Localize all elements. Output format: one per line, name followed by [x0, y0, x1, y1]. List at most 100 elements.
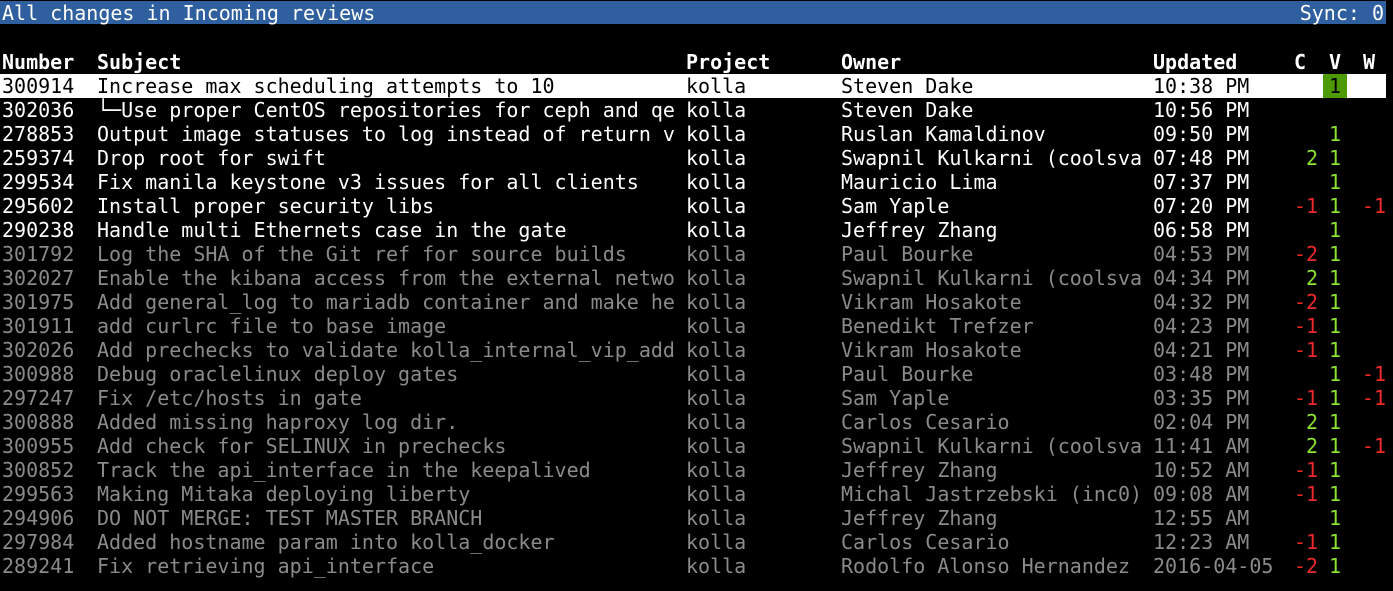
code-review-vote — [1282, 122, 1318, 146]
change-row[interactable]: 297247 Fix /etc/hosts in gate kolla Sam Yap… — [0, 386, 1386, 410]
change-number: 302026 — [2, 338, 75, 362]
change-number: 290238 — [2, 218, 75, 242]
change-updated: 04:23 PM — [1153, 314, 1250, 338]
change-updated: 10:38 PM — [1153, 74, 1250, 98]
change-owner: Jeffrey Zhang — [841, 458, 998, 482]
change-subject: Fix manila keystone v3 issues for all cl… — [97, 170, 639, 194]
change-owner: Sam Yaple — [841, 194, 950, 218]
change-updated: 03:48 PM — [1153, 362, 1250, 386]
column-header-code-review[interactable]: C — [1282, 50, 1318, 74]
change-updated: 02:04 PM — [1153, 410, 1250, 434]
code-review-vote — [1282, 170, 1318, 194]
code-review-vote: 2 — [1305, 410, 1318, 434]
change-subject: Fix /etc/hosts in gate — [97, 386, 362, 410]
change-owner: Steven Dake — [841, 74, 974, 98]
change-owner: Carlos Cesario — [841, 410, 1010, 434]
change-row[interactable]: 299563 Making Mitaka deploying liberty kol… — [0, 482, 1386, 506]
verified-vote: 1 — [1328, 434, 1342, 458]
workflow-vote — [1352, 554, 1386, 578]
change-row[interactable]: 290238 Handle multi Ethernets case in the… — [0, 218, 1386, 242]
change-updated: 07:37 PM — [1153, 170, 1250, 194]
workflow-vote — [1352, 410, 1386, 434]
verified-vote: 1 — [1328, 506, 1342, 530]
change-row[interactable]: 289241 Fix retrieving api_interface kolla R… — [0, 554, 1386, 578]
column-header-verified[interactable]: V — [1323, 50, 1347, 74]
change-project: kolla — [686, 146, 747, 170]
column-header-updated[interactable]: Updated — [1153, 50, 1279, 74]
verified-vote: 1 — [1328, 146, 1342, 170]
code-review-vote — [1282, 506, 1318, 530]
change-project: kolla — [686, 170, 747, 194]
change-row[interactable]: 294906 DO NOT MERGE: TEST MASTER BRANCH ko… — [0, 506, 1386, 530]
change-row[interactable]: 299534 Fix manila keystone v3 issues for … — [0, 170, 1386, 194]
workflow-vote — [1352, 98, 1386, 122]
code-review-vote: -2 — [1293, 290, 1318, 314]
change-row[interactable]: 301975 Add general_log to mariadb contain… — [0, 290, 1386, 314]
change-project: kolla — [686, 458, 747, 482]
verified-vote: 1 — [1328, 122, 1342, 146]
change-owner: Swapnil Kulkarni (coolsva — [841, 434, 1141, 458]
change-updated: 07:20 PM — [1153, 194, 1250, 218]
change-row[interactable]: 301792 Log the SHA of the Git ref for sou… — [0, 242, 1386, 266]
change-project: kolla — [686, 218, 747, 242]
change-row[interactable]: 301911 add curlrc file to base image kolla… — [0, 314, 1386, 338]
change-owner: Mauricio Lima — [841, 170, 998, 194]
change-row[interactable]: 300852 Track the api_interface in the kee… — [0, 458, 1386, 482]
change-row[interactable]: 295602 Install proper security libs kolla S… — [0, 194, 1386, 218]
column-header-workflow[interactable]: W — [1352, 50, 1386, 74]
change-subject: └─Use proper CentOS repositories for cep… — [97, 98, 675, 122]
change-project: kolla — [686, 290, 747, 314]
change-updated: 07:48 PM — [1153, 146, 1250, 170]
change-subject: Making Mitaka deploying liberty — [97, 482, 471, 506]
code-review-vote: -1 — [1293, 338, 1318, 362]
change-updated: 04:53 PM — [1153, 242, 1250, 266]
code-review-vote: -1 — [1293, 458, 1318, 482]
code-review-vote: -1 — [1293, 386, 1318, 410]
change-owner: Carlos Cesario — [841, 530, 1010, 554]
change-number: 301975 — [2, 290, 75, 314]
verified-vote: 1 — [1328, 410, 1342, 434]
change-row[interactable]: 259374 Drop root for swift kolla Swapnil Ku… — [0, 146, 1386, 170]
workflow-vote — [1352, 74, 1386, 98]
change-subject: Output image statuses to log instead of … — [97, 122, 675, 146]
change-project: kolla — [686, 434, 747, 458]
change-row[interactable]: 302036 └─Use proper CentOS repositories f… — [0, 98, 1386, 122]
column-header-subject[interactable]: Subject — [97, 50, 675, 74]
change-row[interactable]: 297984 Added hostname param into kolla_do… — [0, 530, 1386, 554]
workflow-vote — [1352, 122, 1386, 146]
change-row[interactable]: 300888 Added missing haproxy log dir. koll… — [0, 410, 1386, 434]
change-project: kolla — [686, 314, 747, 338]
change-row[interactable]: 300988 Debug oraclelinux deploy gates koll… — [0, 362, 1386, 386]
change-number: 297247 — [2, 386, 75, 410]
change-number: 295602 — [2, 194, 75, 218]
change-subject: Enable the kibana access from the extern… — [97, 266, 675, 290]
change-row[interactable]: 278853 Output image statuses to log inste… — [0, 122, 1386, 146]
change-number: 299534 — [2, 170, 75, 194]
column-header-number[interactable]: Number — [2, 50, 96, 74]
change-subject: Added missing haproxy log dir. — [97, 410, 459, 434]
change-subject: Log the SHA of the Git ref for source bu… — [97, 242, 627, 266]
change-owner: Vikram Hosakote — [841, 338, 1022, 362]
workflow-vote — [1352, 506, 1386, 530]
workflow-vote — [1352, 530, 1386, 554]
verified-vote: 1 — [1328, 290, 1342, 314]
verified-vote: 1 — [1328, 554, 1342, 578]
change-updated: 2016-04-05 — [1153, 554, 1274, 578]
change-row[interactable]: 300955 Add check for SELINUX in prechecks… — [0, 434, 1386, 458]
code-review-vote: -1 — [1293, 194, 1318, 218]
change-subject: Add prechecks to validate kolla_internal… — [97, 338, 675, 362]
change-number: 294906 — [2, 506, 75, 530]
column-header-project[interactable]: Project — [686, 50, 836, 74]
workflow-vote — [1352, 290, 1386, 314]
change-owner: Sam Yaple — [841, 386, 950, 410]
change-owner: Benedikt Trefzer — [841, 314, 1034, 338]
workflow-vote — [1352, 218, 1386, 242]
workflow-vote: -1 — [1361, 194, 1386, 218]
change-row[interactable]: 302027 Enable the kibana access from the … — [0, 266, 1386, 290]
change-owner: Steven Dake — [841, 98, 974, 122]
code-review-vote: -1 — [1293, 314, 1318, 338]
change-row[interactable]: 300914 Increase max scheduling attempts t… — [0, 74, 1386, 98]
change-subject: Drop root for swift — [97, 146, 326, 170]
change-row[interactable]: 302026 Add prechecks to validate kolla_in… — [0, 338, 1386, 362]
column-header-owner[interactable]: Owner — [841, 50, 1141, 74]
